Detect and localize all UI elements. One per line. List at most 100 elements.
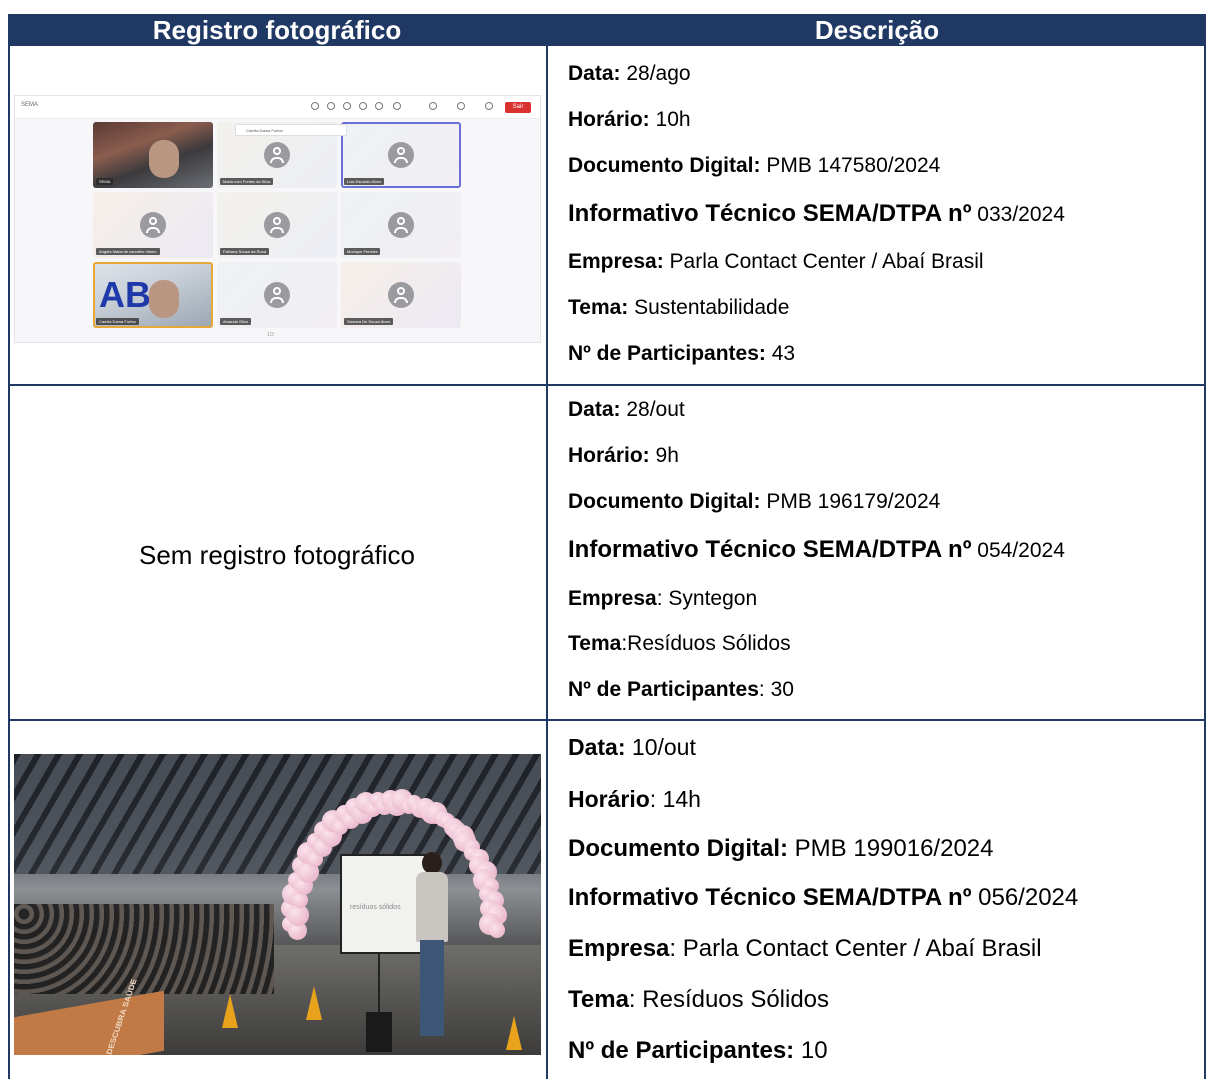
speaker-legs	[420, 940, 444, 1036]
field-label: Tema	[568, 986, 629, 1013]
chat-icon	[311, 102, 319, 110]
people-icon	[327, 102, 335, 110]
reaction-icon	[359, 102, 367, 110]
field-label: Empresa	[568, 935, 670, 962]
grid-icon	[375, 102, 383, 110]
field-label: Data:	[568, 398, 621, 421]
avatar-icon	[388, 282, 414, 308]
participant-name: Maria com Fontes da Silva	[220, 178, 274, 185]
screen-text: resíduos sólidos	[350, 904, 401, 911]
participant-name: SEMA	[96, 178, 114, 185]
field-value: : Resíduos Sólidos	[628, 986, 830, 1013]
field-informativo: Informativo Técnico SEMA/DTPA nº 056/202…	[568, 884, 1078, 912]
page-indicator: 1/3	[267, 332, 274, 338]
field-informativo: Informativo Técnico SEMA/DTPA nº 054/202…	[568, 536, 1065, 564]
field-value: : 30	[758, 678, 794, 701]
field-value: PMB 199016/2024	[788, 835, 994, 862]
field-documento: Documento Digital: PMB 196179/2024	[568, 490, 940, 514]
field-value: 10/out	[625, 734, 696, 760]
notification-popup: Camila Dama Furfoo	[235, 124, 347, 136]
field-tema: Tema:Resíduos Sólidos	[568, 632, 791, 656]
field-empresa: Empresa: Parla Contact Center / Abaí Bra…	[568, 250, 984, 274]
field-label: Tema:	[568, 296, 629, 319]
field-label: Tema	[568, 632, 622, 655]
field-label: Documento Digital:	[568, 154, 761, 177]
participant-face	[149, 280, 179, 318]
participant-tile-video: AB Camila Dama Furfoo	[93, 262, 213, 328]
field-label: Horário:	[568, 444, 650, 467]
more-icon	[393, 102, 401, 110]
field-horario: Horário: 9h	[568, 444, 679, 468]
participant-face	[149, 140, 179, 178]
field-value: Sustentabilidade	[628, 296, 790, 319]
traffic-cone	[306, 986, 322, 1020]
field-empresa: Empresa: Syntegon	[568, 587, 757, 611]
loudspeaker	[366, 1012, 392, 1052]
microphone-icon	[457, 102, 465, 110]
field-value: 9h	[649, 444, 679, 467]
field-label: Documento Digital:	[568, 835, 788, 862]
field-value: 10	[794, 1037, 828, 1064]
participant-name: Fabiana Sousa da Rosa	[220, 248, 269, 255]
field-data: Data: 10/out	[568, 734, 696, 761]
header-description-column: Descrição	[814, 15, 940, 45]
field-participantes: Nº de Participantes: 10	[568, 1037, 828, 1065]
field-data: Data: 28/ago	[568, 62, 691, 86]
participant-name: Camila Dama Furfoo	[96, 318, 139, 325]
balloon	[489, 922, 505, 938]
field-label: Informativo Técnico SEMA/DTPA nº	[568, 200, 972, 227]
share-icon	[485, 102, 493, 110]
avatar-icon	[388, 142, 414, 168]
participant-tile-video: SEMA	[93, 122, 213, 188]
field-value: 43	[765, 342, 796, 365]
row-divider-2	[8, 719, 1206, 721]
speaker-head	[422, 852, 442, 874]
field-label: Nº de Participantes:	[568, 342, 766, 365]
participant-tile: Amanda Silva	[217, 262, 337, 328]
field-data: Data: 28/out	[568, 398, 685, 422]
meeting-toolbar: SEMA Sair	[15, 96, 540, 119]
field-label: Empresa	[568, 587, 657, 610]
company-logo-letters: AB	[99, 274, 151, 315]
field-value: 28/out	[620, 398, 685, 421]
field-label: Nº de Participantes	[568, 678, 759, 701]
participant-name: Samara De Souza Alves	[344, 318, 394, 325]
participant-name: Monique Ferreira	[344, 248, 381, 255]
avatar-icon	[388, 212, 414, 238]
field-label: Horário	[568, 786, 650, 812]
field-label: Data:	[568, 62, 621, 85]
avatar-icon	[264, 212, 290, 238]
speaker-body	[416, 872, 448, 942]
hand-icon	[343, 102, 351, 110]
field-label: Nº de Participantes:	[568, 1037, 795, 1064]
field-label: Horário:	[568, 108, 650, 131]
audience	[14, 904, 274, 994]
field-label: Informativo Técnico SEMA/DTPA nº	[568, 536, 972, 563]
avatar-icon	[264, 142, 290, 168]
field-tema: Tema: Resíduos Sólidos	[568, 986, 829, 1014]
field-horario: Horário: 10h	[568, 108, 691, 132]
field-label: Data:	[568, 734, 626, 760]
field-value: 056/2024	[971, 884, 1079, 911]
camera-icon	[429, 102, 437, 110]
field-value: 10h	[649, 108, 691, 131]
field-participantes: Nº de Participantes: 43	[568, 342, 795, 366]
field-label: Empresa:	[568, 250, 664, 273]
roof-structure	[14, 754, 541, 874]
field-value: 28/ago	[620, 62, 691, 85]
field-horario: Horário: 14h	[568, 786, 701, 813]
field-value: : 14h	[649, 786, 701, 812]
speaker-person	[414, 852, 448, 1042]
meeting-title: SEMA	[21, 102, 39, 108]
participant-name: Angela Maria de carvalho ribeiro	[96, 248, 160, 255]
participant-tile: Fabiana Sousa da Rosa	[217, 192, 337, 258]
traffic-cone	[506, 1016, 522, 1050]
event-photo: resíduos sólidos DESCUBRA SAÚDE	[14, 754, 541, 1055]
participant-tile-active: Luis Eduardo Alves	[341, 122, 461, 188]
avatar-icon	[140, 212, 166, 238]
row-divider-1	[8, 384, 1206, 386]
traffic-cone	[222, 994, 238, 1028]
avatar-icon	[264, 282, 290, 308]
field-value: Parla Contact Center / Abaí Brasil	[663, 250, 984, 273]
field-documento: Documento Digital: PMB 147580/2024	[568, 154, 940, 178]
